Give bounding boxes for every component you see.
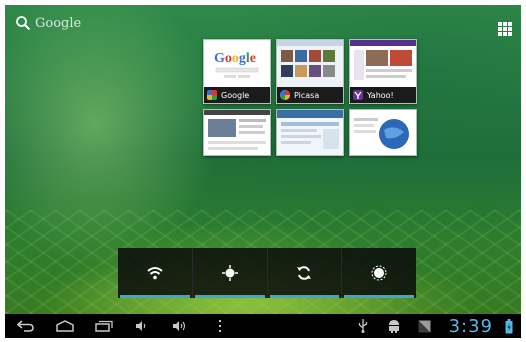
back-icon xyxy=(17,320,34,332)
svg-text:Google: Google xyxy=(214,51,256,66)
usb-icon xyxy=(358,319,368,333)
brightness-icon xyxy=(371,265,387,281)
tile-thumbnail: Google xyxy=(204,40,270,87)
wifi-icon xyxy=(147,267,163,280)
volume-up-button[interactable] xyxy=(169,314,191,338)
tile-thumbnail xyxy=(350,40,416,87)
debug-status[interactable] xyxy=(385,314,403,338)
active-indicator xyxy=(120,295,190,298)
tile-caption: Google xyxy=(204,87,270,103)
status-clock: 3:39 xyxy=(448,316,493,337)
signal-icon xyxy=(418,320,430,332)
home-screen: Google Google Google Picasa Yahoo! 3:39 xyxy=(5,5,521,338)
bookmark-tile[interactable] xyxy=(276,109,344,156)
back-button[interactable] xyxy=(13,314,39,338)
search-icon xyxy=(16,16,31,31)
wifi-toggle[interactable] xyxy=(118,248,193,298)
gps-toggle[interactable] xyxy=(193,248,268,298)
tile-title: Google xyxy=(221,90,250,100)
active-indicator xyxy=(194,295,265,298)
google-search-button[interactable]: Google xyxy=(15,15,81,31)
volume-down-button[interactable] xyxy=(131,314,151,338)
battery-status[interactable] xyxy=(501,314,517,338)
bookmark-tile[interactable] xyxy=(203,109,271,156)
volume-up-icon xyxy=(173,321,186,331)
bookmark-tile-google[interactable]: Google Google xyxy=(203,39,271,104)
home-icon xyxy=(56,320,74,332)
volume-down-icon xyxy=(136,321,146,331)
recent-apps-button[interactable] xyxy=(91,314,117,338)
app-drawer-icon[interactable] xyxy=(498,22,512,36)
bookmark-tile-yahoo[interactable]: Yahoo! xyxy=(349,39,417,104)
home-button[interactable] xyxy=(51,314,79,338)
menu-icon xyxy=(219,320,221,332)
quick-settings-bar xyxy=(118,248,416,298)
menu-button[interactable] xyxy=(213,314,227,338)
brightness-toggle[interactable] xyxy=(342,248,416,298)
tile-thumbnail xyxy=(350,110,416,155)
active-indicator xyxy=(344,295,414,298)
sync-toggle[interactable] xyxy=(268,248,343,298)
tile-title: Yahoo! xyxy=(367,90,394,100)
bookmark-tile[interactable] xyxy=(349,109,417,156)
android-debug-icon xyxy=(389,320,399,333)
bookmark-tile-picasa[interactable]: Picasa xyxy=(276,39,344,104)
recent-apps-icon xyxy=(95,320,113,332)
tile-caption: Yahoo! xyxy=(350,87,416,103)
active-indicator xyxy=(269,295,340,298)
gps-icon xyxy=(221,265,238,281)
signal-status[interactable] xyxy=(415,314,433,338)
google-favicon-icon xyxy=(207,90,217,100)
yahoo-favicon-icon xyxy=(353,90,363,100)
tile-title: Picasa xyxy=(294,90,320,100)
search-label: Google xyxy=(35,15,82,31)
tile-caption: Picasa xyxy=(277,87,343,103)
battery-icon xyxy=(505,318,513,333)
tile-thumbnail xyxy=(277,110,343,155)
picasa-favicon-icon xyxy=(280,90,290,100)
tile-thumbnail xyxy=(277,40,343,87)
tile-thumbnail xyxy=(204,110,270,155)
usb-status[interactable] xyxy=(355,314,371,338)
sync-icon xyxy=(297,266,312,280)
system-bar: 3:39 xyxy=(5,314,521,338)
